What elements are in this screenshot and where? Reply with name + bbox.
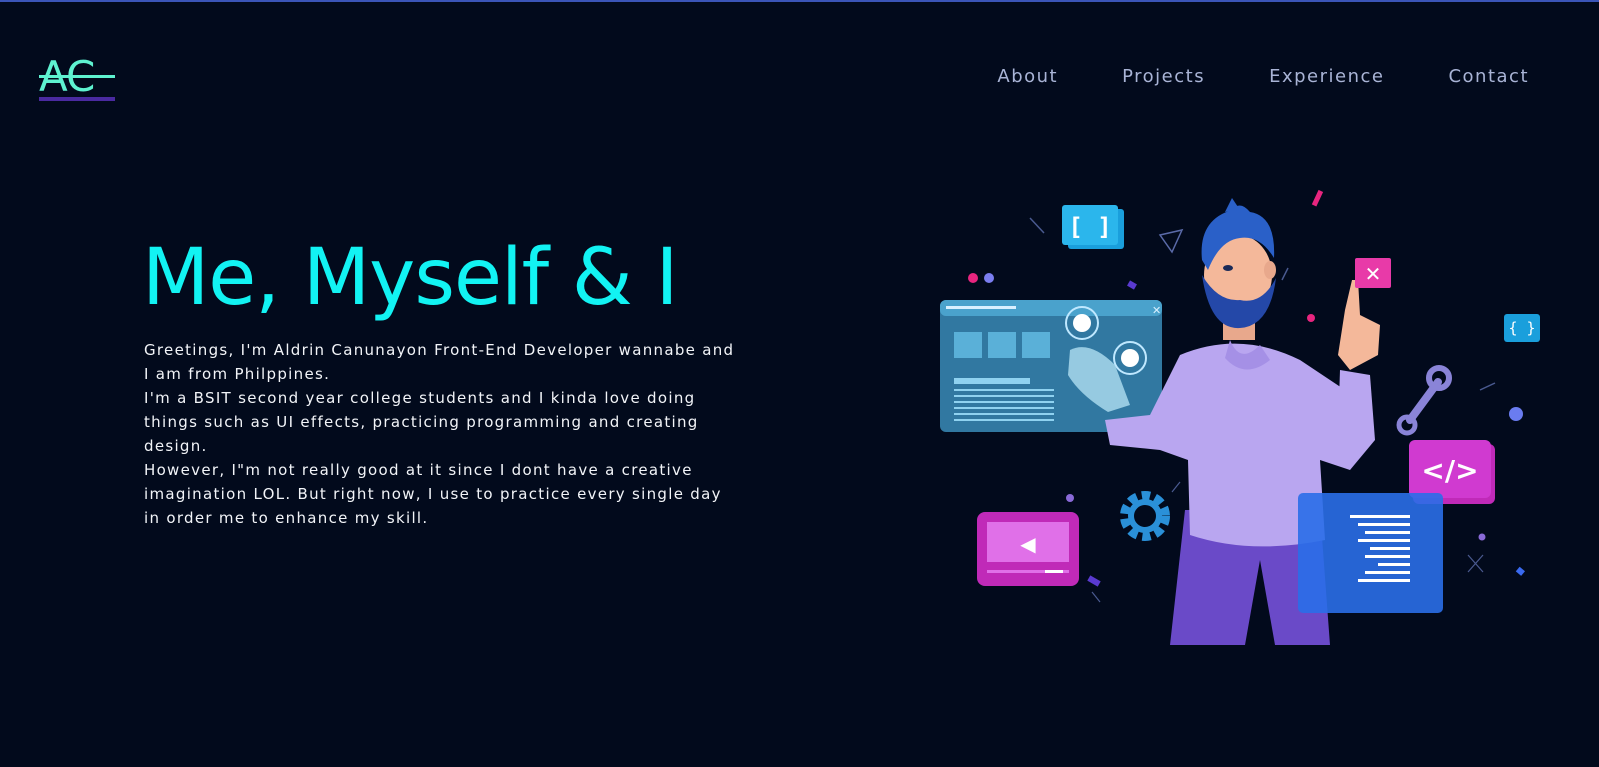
- hero-paragraph-greeting: Greetings, I'm Aldrin Canunayon Front-En…: [144, 341, 735, 383]
- nav-experience[interactable]: Experience: [1269, 66, 1384, 87]
- browser-window-panel: ✕: [940, 300, 1162, 432]
- nav-contact[interactable]: Contact: [1448, 66, 1529, 87]
- svg-text:✕: ✕: [1365, 262, 1382, 286]
- hero-description: Greetings, I'm Aldrin Canunayon Front-En…: [144, 338, 744, 530]
- top-accent-line: [0, 0, 1599, 2]
- svg-text:</>: </>: [1421, 454, 1478, 487]
- logo-underline: [39, 97, 115, 101]
- nav-about[interactable]: About: [997, 66, 1058, 87]
- svg-text:[ ]: [ ]: [1068, 213, 1111, 241]
- svg-text:{ }: { }: [1508, 319, 1535, 337]
- logo-strike: [39, 75, 115, 78]
- gear-icon: [1120, 491, 1170, 541]
- wrench-icon: [1396, 365, 1452, 436]
- main-nav: About Projects Experience Contact: [933, 66, 1529, 87]
- nav-projects[interactable]: Projects: [1122, 66, 1205, 87]
- code-document-panel: [1298, 493, 1443, 613]
- svg-text:◀: ◀: [1020, 532, 1036, 556]
- site-logo[interactable]: AC: [39, 52, 115, 102]
- video-player-icon: ◀: [977, 512, 1079, 586]
- curly-bracket-icon: { }: [1504, 314, 1540, 342]
- hero-title: Me, Myself & I: [142, 233, 679, 323]
- close-icon: ✕: [1355, 258, 1391, 288]
- developer-illustration: [ ] { } ✕ ✕ </> ◀: [940, 189, 1540, 645]
- hero-paragraph-practice: However, I"m not really good at it since…: [144, 461, 722, 527]
- hero-paragraph-studies: I'm a BSIT second year college students …: [144, 389, 699, 455]
- svg-text:✕: ✕: [1152, 304, 1161, 317]
- bracket-icon: [ ]: [1062, 205, 1124, 249]
